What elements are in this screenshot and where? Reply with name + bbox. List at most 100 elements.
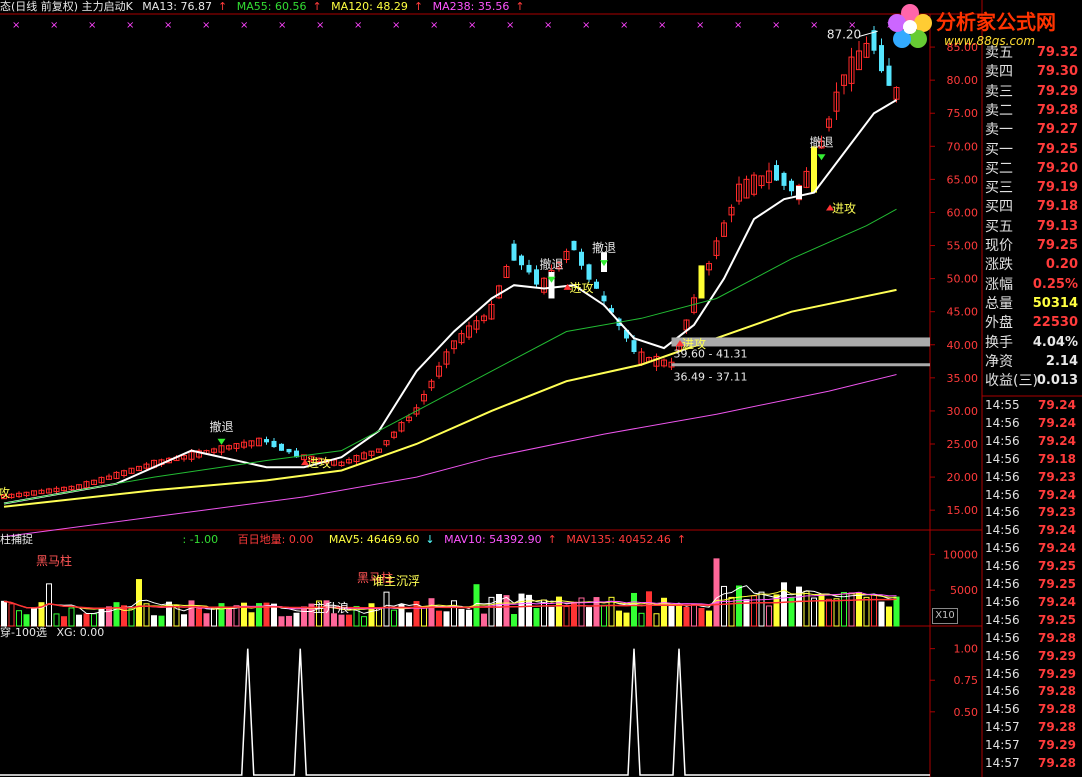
y-tick-label: 70.00 — [947, 140, 979, 153]
volume-bar — [811, 597, 817, 627]
candle-body — [631, 340, 637, 353]
tick-price: 79.25 — [1038, 559, 1076, 574]
quote-value: 79.32 — [1036, 45, 1078, 60]
volume-bar — [61, 616, 67, 627]
volume-bar — [833, 598, 840, 627]
candle-body — [781, 172, 787, 186]
support-band — [671, 363, 930, 367]
quote-value: 0.013 — [1036, 373, 1078, 389]
volume-bar — [128, 608, 135, 627]
tick-time: 14:56 — [985, 487, 1020, 502]
quote-label: 买二 — [985, 160, 1013, 177]
volume-bar — [1, 600, 7, 627]
candle-body — [886, 65, 892, 86]
volume-bar — [76, 614, 82, 627]
marker-x-icon: × — [772, 20, 780, 31]
tick-time: 14:56 — [985, 505, 1020, 520]
tick-price: 79.28 — [1038, 720, 1076, 735]
ma120-label: MA120: 48.29 — [331, 0, 408, 13]
tick-price: 79.25 — [1038, 612, 1076, 627]
y-tick-label: 60.00 — [947, 206, 979, 219]
volume-bar — [766, 605, 772, 627]
volume-bar — [773, 594, 780, 627]
quote-row: 现价 79.25 — [983, 237, 1082, 255]
tick-time: 14:55 — [985, 398, 1020, 412]
quote-row: 卖一 79.27 — [983, 121, 1082, 139]
volume-bar — [203, 613, 210, 627]
down-arrow-icon — [217, 438, 226, 445]
quote-value: 79.25 — [1036, 141, 1078, 157]
vol-v1: : -1.00 — [182, 533, 219, 546]
tick-time: 14:56 — [985, 559, 1020, 574]
tick-price: 79.24 — [1038, 523, 1076, 538]
y-tick-label: 1.00 — [954, 643, 979, 656]
price-header: 态(日线 前复权) 主力启动K MA13: 76.87 ↑ MA55: 60.56… — [0, 0, 525, 13]
quote-row: 涨幅 0.25% — [983, 276, 1082, 294]
quote-value: 50314 — [1032, 295, 1078, 311]
tick-row: 14:56 79.23 — [983, 503, 1082, 521]
quote-label: 买一 — [985, 141, 1013, 158]
y-tick-label: 30.00 — [947, 405, 979, 418]
tick-price: 79.18 — [1038, 451, 1076, 466]
candle-body — [586, 264, 592, 280]
tick-price: 79.23 — [1038, 505, 1076, 520]
volume-bar — [481, 613, 487, 627]
tick-row: 14:56 79.24 — [983, 414, 1082, 432]
tick-row: 14:56 79.24 — [983, 521, 1082, 539]
candle-body — [271, 440, 277, 448]
y-tick-label: 35.00 — [947, 372, 979, 385]
marker-x-icon: × — [696, 20, 704, 31]
volume-bar — [758, 591, 765, 627]
volume-bar — [158, 615, 165, 627]
quote-row: 买二 79.20 — [983, 160, 1082, 178]
quote-value: 0.20 — [1045, 257, 1078, 273]
volume-bar — [623, 612, 630, 627]
volume-bar — [346, 614, 352, 627]
quote-row: 外盘 22530 — [983, 314, 1082, 332]
annotation-label: 撤退 — [539, 257, 563, 272]
mav135-label: MAV135: 40452.46 — [566, 533, 671, 546]
volume-bar — [548, 606, 555, 627]
tick-row: 14:56 79.25 — [983, 575, 1082, 593]
tick-row: 14:56 79.25 — [983, 611, 1082, 629]
support-label: 36.49 - 37.11 — [674, 370, 748, 383]
tick-time: 14:56 — [985, 648, 1020, 663]
x10-badge[interactable]: X10 — [932, 608, 958, 624]
volume-bar — [698, 607, 705, 627]
marker-x-icon: × — [164, 20, 172, 31]
y-tick-label: 75.00 — [947, 107, 979, 120]
annotation-label: 撤退 — [809, 134, 833, 149]
tick-time: 14:57 — [985, 720, 1020, 735]
volume-bar — [16, 610, 22, 627]
ma-line — [3, 374, 897, 538]
quote-row: 净资 2.14 — [983, 353, 1082, 371]
chart-title: 态(日线 前复权) 主力启动K — [0, 0, 133, 13]
tick-time: 14:56 — [985, 541, 1020, 556]
mav5-label: MAV5: 46469.60 — [328, 533, 420, 546]
tick-row: 14:56 79.24 — [983, 432, 1082, 450]
volume-bar — [451, 600, 457, 627]
tick-price: 79.29 — [1038, 738, 1076, 753]
tick-row: 14:56 79.24 — [983, 593, 1082, 611]
marker-x-icon: × — [810, 20, 818, 31]
quote-row: 卖五 79.32 — [983, 44, 1082, 62]
tick-price: 79.24 — [1038, 594, 1076, 609]
marker-x-icon: × — [582, 20, 590, 31]
volume-bar — [361, 616, 367, 627]
candle-body — [579, 251, 584, 266]
quote-value: 79.20 — [1036, 160, 1078, 176]
tick-price: 79.24 — [1038, 398, 1076, 412]
quote-value: 0.25% — [1032, 276, 1078, 292]
quote-label: 买三 — [985, 180, 1013, 197]
volume-bar — [893, 596, 900, 627]
tick-price: 79.28 — [1038, 756, 1076, 770]
volume-bar — [616, 610, 622, 627]
volume-bar — [503, 595, 510, 627]
volume-header: 柱捕捉 : -1.00 百日地量: 0.00 MAV5: 46469.60 ↓ M… — [0, 533, 687, 546]
quote-row: 买三 79.19 — [983, 179, 1082, 197]
volume-bar — [443, 611, 450, 627]
support-band — [671, 337, 930, 347]
y-tick-label: 50.00 — [947, 273, 979, 286]
marker-x-icon: × — [620, 20, 628, 31]
volume-bar — [736, 585, 742, 627]
